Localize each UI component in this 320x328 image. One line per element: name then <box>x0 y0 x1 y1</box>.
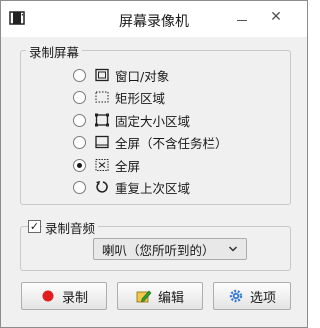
fullscreen-icon <box>95 159 109 171</box>
capture-option-repeat-region[interactable]: 重复上次区域 <box>73 177 190 197</box>
window-object-icon <box>95 68 109 82</box>
radio-button[interactable] <box>73 180 86 194</box>
audio-source-select[interactable]: 喇叭（您所听到的） <box>93 238 247 260</box>
fullscreen-no-taskbar-icon <box>95 135 109 149</box>
repeat-region-icon <box>96 181 108 193</box>
close-icon: ✕ <box>270 9 282 25</box>
options-button-label: 选项 <box>249 290 276 306</box>
capture-option-window[interactable]: 窗口/对象 <box>73 65 169 85</box>
minimize-button[interactable] <box>231 7 253 27</box>
capture-option-label: 全屏 <box>115 158 141 174</box>
edit-button[interactable]: 编辑 <box>117 282 203 310</box>
audio-group-legend: 录制音频 <box>42 218 99 237</box>
edit-pencil-icon <box>136 290 152 303</box>
title-bar[interactable]: 屏幕录像机 ✕ <box>1 1 307 37</box>
capture-option-label: 固定大小区域 <box>115 113 191 129</box>
window-title: 屏幕录像机 <box>119 14 189 30</box>
radio-button[interactable] <box>73 135 86 149</box>
radio-button[interactable] <box>73 113 86 127</box>
capture-option-fixed-size[interactable]: 固定大小区域 <box>73 110 190 130</box>
record-button-label: 录制 <box>61 290 88 306</box>
capture-option-rectangle[interactable]: 矩形区域 <box>73 87 165 107</box>
chevron-down-icon <box>228 246 238 252</box>
audio-source-value: 喇叭（您所听到的） <box>102 242 215 258</box>
capture-option-fullscreen[interactable]: 全屏 <box>73 155 140 175</box>
capture-group-legend: 录制屏幕 <box>26 42 83 61</box>
minimize-icon <box>237 19 247 21</box>
fixed-size-region-icon <box>95 113 109 127</box>
capture-option-fullscreen-no-taskbar[interactable]: 全屏（不含任务栏） <box>73 132 228 152</box>
options-button[interactable]: 选项 <box>213 282 291 310</box>
edit-button-label: 编辑 <box>157 290 184 306</box>
capture-option-label: 矩形区域 <box>115 90 166 106</box>
gear-icon <box>229 289 243 303</box>
record-audio-checkbox[interactable]: ✓ <box>28 220 41 233</box>
radio-button[interactable] <box>73 68 86 82</box>
radio-button[interactable] <box>73 90 86 104</box>
capture-option-label: 窗口/对象 <box>115 68 170 84</box>
app-window: 屏幕录像机 ✕ 录制屏幕 窗口/对象 矩形区域 固定大小区域 全屏（不含任务栏）… <box>0 0 308 328</box>
close-button[interactable]: ✕ <box>265 7 287 27</box>
capture-option-label: 重复上次区域 <box>115 180 191 196</box>
capture-option-label: 全屏（不含任务栏） <box>115 135 228 151</box>
checkmark-icon: ✓ <box>29 220 40 233</box>
dashed-rectangle-icon <box>95 91 109 103</box>
record-dot-icon <box>42 290 54 302</box>
record-button[interactable]: 录制 <box>21 282 107 310</box>
radio-button-checked[interactable] <box>73 158 86 172</box>
